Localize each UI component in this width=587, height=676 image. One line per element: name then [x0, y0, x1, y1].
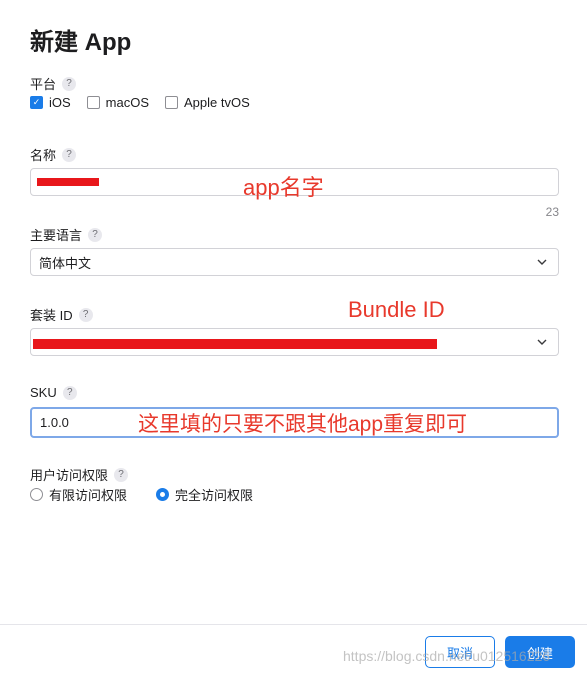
platform-option-label: Apple tvOS	[184, 95, 250, 110]
footer-divider	[0, 624, 587, 625]
platform-option-label: macOS	[105, 95, 150, 110]
name-annotation: app名字	[243, 175, 324, 200]
language-label-row: 主要语言 ?	[30, 225, 103, 244]
bundle-annotation: Bundle ID	[348, 297, 445, 322]
redaction-bar	[33, 339, 437, 349]
radio-selected-icon[interactable]	[156, 488, 169, 501]
language-select[interactable]: 简体中文	[30, 248, 559, 276]
sku-annotation: 这里填的只要不跟其他app重复即可	[138, 413, 468, 436]
checkbox-unchecked-icon[interactable]	[165, 96, 179, 109]
name-char-counter: 23	[545, 205, 559, 219]
bundle-id-select[interactable]	[30, 328, 559, 356]
platform-option-label: iOS	[49, 95, 71, 110]
language-label: 主要语言	[30, 228, 83, 243]
help-icon[interactable]: ?	[62, 147, 77, 162]
platform-option-ios[interactable]: ✓ iOS	[30, 95, 71, 110]
radio-unselected-icon[interactable]	[30, 488, 43, 501]
platform-option-tvos[interactable]: Apple tvOS	[165, 95, 250, 110]
help-icon[interactable]: ?	[78, 307, 93, 322]
help-icon[interactable]: ?	[114, 467, 129, 482]
platform-label-row: 平台 ?	[30, 74, 77, 93]
platform-options: ✓ iOS macOS Apple tvOS	[30, 95, 250, 110]
sku-label-row: SKU ?	[30, 385, 77, 400]
redaction-bar	[37, 178, 99, 186]
language-value: 简体中文	[39, 255, 92, 271]
help-icon[interactable]: ?	[62, 76, 77, 91]
checkbox-unchecked-icon[interactable]	[86, 96, 100, 109]
platform-label: 平台	[30, 77, 57, 92]
bundle-label: 套装 ID	[30, 308, 73, 323]
chevron-down-icon	[537, 339, 547, 345]
checkbox-checked-icon[interactable]: ✓	[30, 96, 43, 109]
access-option-full[interactable]: 完全访问权限	[156, 485, 253, 504]
chevron-down-icon	[537, 259, 547, 265]
access-option-label: 有限访问权限	[49, 488, 128, 503]
sku-label: SKU	[30, 385, 57, 400]
help-icon[interactable]: ?	[62, 385, 77, 400]
access-option-label: 完全访问权限	[175, 488, 254, 503]
help-icon[interactable]: ?	[88, 227, 103, 242]
watermark-text: https://blog.csdn.net/u012516226	[343, 648, 551, 664]
access-label: 用户访问权限	[30, 468, 109, 483]
platform-option-macos[interactable]: macOS	[86, 95, 150, 110]
dialog-title: 新建 App	[30, 29, 132, 56]
access-option-limited[interactable]: 有限访问权限	[30, 485, 127, 504]
sku-value: 1.0.0	[40, 415, 69, 430]
access-label-row: 用户访问权限 ?	[30, 465, 129, 484]
name-label-row: 名称 ?	[30, 145, 77, 164]
name-label: 名称	[30, 148, 57, 163]
bundle-label-row: 套装 ID ?	[30, 305, 93, 324]
